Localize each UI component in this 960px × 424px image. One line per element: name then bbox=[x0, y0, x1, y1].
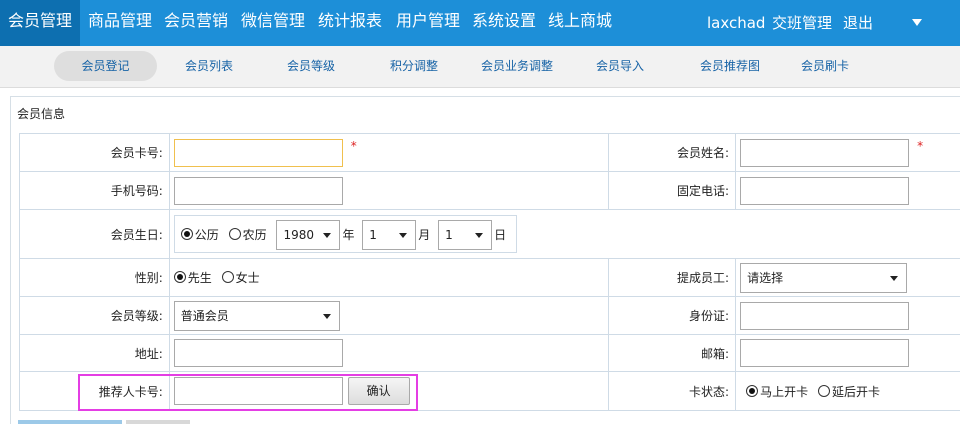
solar-calendar-radio[interactable] bbox=[180, 227, 193, 240]
staff-value: 请选择 bbox=[747, 270, 784, 285]
commission-staff-select[interactable]: 请选择 bbox=[740, 262, 908, 293]
day-unit: 日 bbox=[494, 227, 507, 242]
chevron-down-icon bbox=[322, 313, 331, 319]
form-row: 会员等级: 普通会员 身份证: bbox=[19, 296, 960, 335]
confirm-button[interactable]: 确认 bbox=[347, 377, 410, 406]
card-number-label: 会员卡号: bbox=[19, 133, 170, 172]
nav-goods-management[interactable]: 商品管理 bbox=[80, 0, 158, 46]
solar-calendar-label: 公历 bbox=[194, 227, 219, 242]
tab-member-register[interactable]: 会员登记 bbox=[54, 51, 157, 81]
lunar-calendar-label: 农历 bbox=[242, 227, 267, 242]
member-level-label: 会员等级: bbox=[19, 296, 170, 335]
top-navigation-bar: 会员管理 商品管理 会员营销 微信管理 统计报表 用户管理 系统设置 线上商城 … bbox=[0, 0, 960, 46]
logout-link[interactable]: 退出 bbox=[843, 0, 873, 46]
open-later-radio[interactable] bbox=[817, 384, 830, 397]
year-unit: 年 bbox=[342, 227, 355, 242]
month-unit: 月 bbox=[418, 227, 431, 242]
nav-statistics-reports[interactable]: 统计报表 bbox=[312, 0, 389, 46]
referrer-card-input[interactable] bbox=[173, 376, 343, 405]
required-mark: * bbox=[350, 138, 357, 153]
birthday-picker: 公历 农历 1980 年 1月 1日 bbox=[173, 215, 518, 253]
member-name-input[interactable] bbox=[740, 138, 910, 167]
form-row: 会员卡号: * 会员姓名: * bbox=[19, 133, 960, 172]
main-menu: 会员管理 商品管理 会员营销 微信管理 统计报表 用户管理 系统设置 线上商城 bbox=[0, 0, 623, 46]
referrer-card-label: 推荐人卡号: bbox=[19, 371, 170, 411]
id-card-input[interactable] bbox=[740, 301, 910, 330]
address-label: 地址: bbox=[19, 334, 170, 372]
tab-member-import[interactable]: 会员导入 bbox=[581, 51, 659, 81]
tab-member-business-adjust[interactable]: 会员业务调整 bbox=[471, 51, 563, 81]
year-select[interactable]: 1980 bbox=[276, 220, 341, 250]
chevron-down-icon bbox=[475, 233, 484, 238]
birthday-label: 会员生日: bbox=[19, 209, 170, 259]
nav-user-management[interactable]: 用户管理 bbox=[389, 0, 466, 46]
tab-member-list[interactable]: 会员列表 bbox=[170, 51, 248, 81]
required-mark: * bbox=[917, 138, 924, 153]
month-select[interactable]: 1 bbox=[362, 220, 417, 250]
nav-system-settings[interactable]: 系统设置 bbox=[466, 0, 543, 46]
chevron-down-icon bbox=[399, 233, 408, 238]
lunar-calendar-radio[interactable] bbox=[228, 227, 241, 240]
month-value: 1 bbox=[369, 228, 377, 242]
open-now-radio[interactable] bbox=[746, 384, 759, 397]
nav-member-management[interactable]: 会员管理 bbox=[0, 0, 80, 46]
nav-wechat-management[interactable]: 微信管理 bbox=[235, 0, 312, 46]
day-select[interactable]: 1 bbox=[438, 220, 493, 250]
sub-navigation-bar: 会员登记 会员列表 会员等级 积分调整 会员业务调整 会员导入 会员推荐图 会员… bbox=[0, 46, 960, 88]
dropdown-arrow-icon[interactable] bbox=[912, 19, 922, 26]
female-radio[interactable] bbox=[221, 271, 234, 283]
tab-member-referral-chart[interactable]: 会员推荐图 bbox=[683, 51, 777, 81]
bottom-button-edge bbox=[126, 420, 190, 424]
commission-staff-label: 提成员工: bbox=[608, 258, 737, 297]
day-value: 1 bbox=[445, 228, 453, 242]
form-row: 手机号码: 固定电话: bbox=[19, 171, 960, 210]
nav-member-marketing[interactable]: 会员营销 bbox=[158, 0, 235, 46]
nav-online-mall[interactable]: 线上商城 bbox=[543, 0, 623, 46]
gender-label: 性别: bbox=[19, 258, 170, 297]
card-number-input[interactable] bbox=[173, 138, 343, 167]
tab-member-level[interactable]: 会员等级 bbox=[272, 51, 350, 81]
bottom-button-edge bbox=[18, 420, 122, 424]
form-row: 会员生日: 公历 农历 1980 年 1月 1日 bbox=[19, 209, 960, 259]
mobile-label: 手机号码: bbox=[19, 171, 170, 210]
mobile-input[interactable] bbox=[173, 176, 343, 205]
panel-title: 会员信息 bbox=[17, 107, 66, 121]
level-value: 普通会员 bbox=[180, 308, 229, 323]
member-form-table: 会员卡号: * 会员姓名: * 手机号码: 固定电话: 会员生日: 公历 农历 … bbox=[19, 133, 960, 411]
form-row: 地址: 邮箱: bbox=[19, 334, 960, 372]
male-radio[interactable] bbox=[173, 271, 186, 283]
shift-management-link[interactable]: 交班管理 bbox=[772, 0, 832, 46]
member-level-select[interactable]: 普通会员 bbox=[173, 300, 340, 331]
form-row: 性别: 先生 女士 提成员工: 请选择 bbox=[19, 258, 960, 297]
tab-member-card-swipe[interactable]: 会员刷卡 bbox=[786, 51, 864, 81]
female-label: 女士 bbox=[235, 271, 260, 285]
landline-label: 固定电话: bbox=[608, 171, 737, 210]
id-card-label: 身份证: bbox=[608, 296, 737, 335]
form-row: 推荐人卡号: 确认 卡状态: 马上开卡 延后开卡 bbox=[19, 371, 960, 411]
address-input[interactable] bbox=[173, 339, 343, 367]
chevron-down-icon bbox=[323, 233, 332, 238]
email-input[interactable] bbox=[740, 339, 910, 367]
username-link[interactable]: laxchad bbox=[707, 0, 765, 46]
open-later-label: 延后开卡 bbox=[831, 384, 880, 399]
year-value: 1980 bbox=[283, 228, 314, 242]
chevron-down-icon bbox=[890, 275, 899, 281]
member-name-label: 会员姓名: bbox=[608, 133, 737, 172]
male-label: 先生 bbox=[187, 271, 212, 285]
email-label: 邮箱: bbox=[608, 334, 737, 372]
tab-points-adjust[interactable]: 积分调整 bbox=[375, 51, 453, 81]
open-now-label: 马上开卡 bbox=[760, 384, 809, 399]
member-info-panel: 会员信息 会员卡号: * 会员姓名: * 手机号码: 固定电话: 会员生日: 公… bbox=[10, 96, 960, 424]
landline-input[interactable] bbox=[740, 176, 910, 205]
card-status-label: 卡状态: bbox=[608, 371, 737, 411]
